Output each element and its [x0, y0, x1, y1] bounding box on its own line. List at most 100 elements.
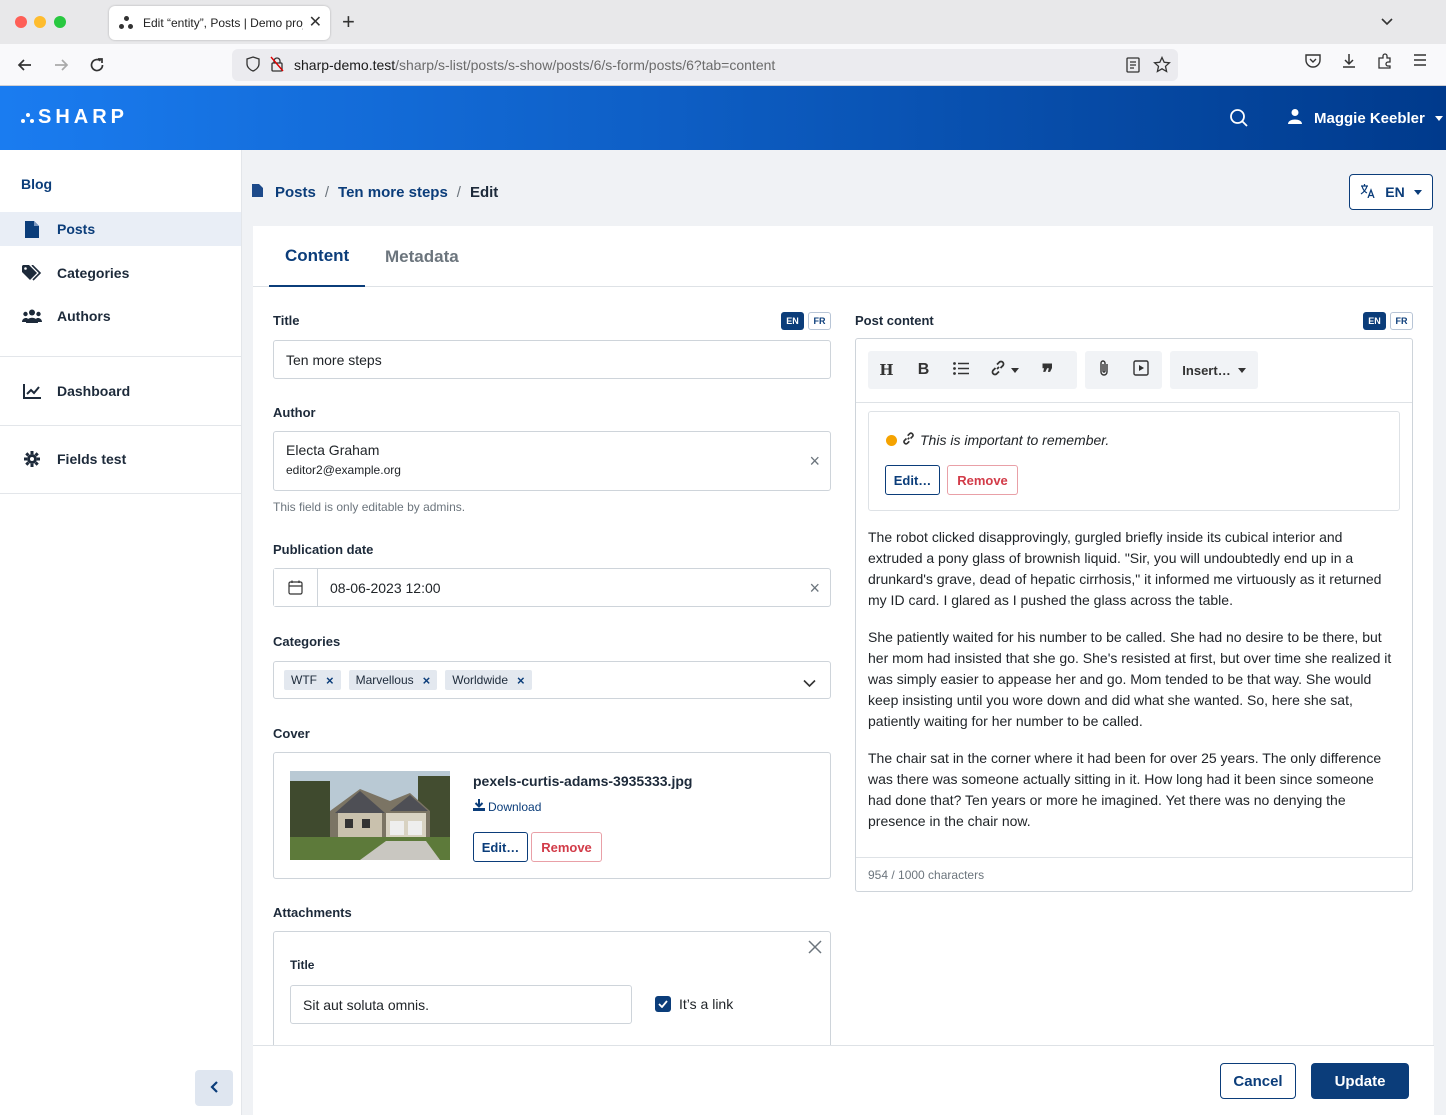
link-button[interactable] [979, 351, 1029, 389]
url-bar[interactable]: sharp-demo.test/sharp/s-list/posts/s-sho… [232, 49, 1178, 81]
heading-button[interactable]: H [868, 351, 905, 389]
clear-icon[interactable]: × [809, 579, 820, 597]
embed-edit-button[interactable]: Edit… [885, 465, 940, 495]
cover-remove-button[interactable]: Remove [531, 832, 602, 862]
link-icon [990, 360, 1006, 380]
checkbox-checked-icon[interactable] [655, 996, 671, 1012]
update-button[interactable]: Update [1311, 1063, 1409, 1099]
file-icon [252, 184, 263, 201]
chart-line-icon [22, 382, 42, 400]
remove-tag-icon[interactable]: × [423, 673, 431, 688]
title-input[interactable]: Ten more steps [273, 340, 831, 379]
browser-navbar: sharp-demo.test/sharp/s-list/posts/s-sho… [0, 44, 1446, 86]
embed-remove-button[interactable]: Remove [947, 465, 1018, 495]
reload-icon[interactable] [87, 55, 107, 75]
paperclip-icon [1098, 359, 1110, 381]
search-icon[interactable] [1229, 108, 1249, 131]
title-locale-switch: EN FR [781, 312, 831, 330]
sidebar-divider [0, 493, 241, 494]
locale-en-button[interactable]: EN [1363, 312, 1386, 330]
breadcrumb-link-post[interactable]: Ten more steps [338, 184, 448, 201]
remove-tag-icon[interactable]: × [517, 673, 525, 688]
author-select[interactable]: Electa Graham editor2@example.org × [273, 431, 831, 491]
caret-down-icon [1237, 367, 1246, 373]
sidebar-item-dashboard[interactable]: Dashboard [0, 374, 241, 408]
forward-arrow-icon[interactable] [51, 55, 71, 75]
bold-icon: B [917, 361, 930, 378]
download-icon[interactable] [1340, 52, 1358, 73]
category-tag: Marvellous × [348, 670, 438, 690]
category-tag: WTF × [284, 670, 341, 690]
insecure-lock-icon[interactable] [270, 56, 284, 75]
content-locale-switch: EN FR [1363, 312, 1413, 330]
window-zoom-button[interactable] [54, 16, 66, 28]
bullet-list-button[interactable] [942, 351, 979, 389]
toolbar-group-media [1085, 351, 1162, 389]
bold-button[interactable]: B [905, 351, 942, 389]
user-icon [1288, 108, 1302, 128]
sharp-favicon-icon [117, 14, 135, 32]
tab-content[interactable]: Content [269, 226, 366, 287]
window-minimize-button[interactable] [34, 16, 46, 28]
tab-metadata[interactable]: Metadata [369, 226, 475, 287]
sharp-logo[interactable]: SHARP [20, 106, 128, 129]
author-label: Author [273, 405, 316, 420]
sidebar-item-label: Authors [57, 308, 111, 324]
sidebar-item-categories[interactable]: Categories [0, 256, 241, 290]
hamburger-menu-icon[interactable] [1412, 52, 1428, 71]
shield-icon[interactable] [246, 55, 260, 75]
author-name: Electa Graham [286, 442, 380, 458]
quote-button[interactable]: ❞ [1029, 351, 1066, 389]
user-menu[interactable]: Maggie Keebler [1288, 108, 1443, 128]
embed-video-button[interactable] [1122, 351, 1159, 389]
download-icon [473, 799, 485, 814]
link-checkbox[interactable]: It’s a link [655, 996, 733, 1012]
breadcrumb-current: Edit [469, 184, 499, 201]
chevron-down-icon[interactable] [1380, 14, 1394, 31]
breadcrumb: Posts / Ten more steps / Edit [252, 184, 498, 201]
locale-fr-button[interactable]: FR [808, 312, 831, 330]
sidebar-item-posts[interactable]: Posts [0, 212, 241, 246]
sidebar-item-fields-test[interactable]: Fields test [0, 442, 241, 476]
chevron-down-icon[interactable] [803, 675, 816, 691]
embed-content: This is important to remember. [886, 430, 1109, 451]
locale-en-button[interactable]: EN [781, 312, 804, 330]
pocket-icon[interactable] [1304, 52, 1322, 73]
back-arrow-icon[interactable] [15, 55, 35, 75]
author-help-text: This field is only editable by admins. [273, 500, 466, 514]
remove-tag-icon[interactable]: × [326, 673, 334, 688]
close-tab-icon[interactable]: ✕ [309, 15, 322, 31]
embed-block: This is important to remember. Edit… Rem… [868, 411, 1400, 511]
locale-fr-button[interactable]: FR [1390, 312, 1413, 330]
logo-dots-icon [20, 111, 34, 125]
cover-edit-button[interactable]: Edit… [473, 832, 528, 862]
locale-dropdown[interactable]: EN [1349, 174, 1433, 210]
sidebar-divider [0, 425, 241, 426]
sidebar-heading: Blog [21, 176, 53, 192]
insert-dropdown[interactable]: Insert… [1170, 351, 1258, 389]
extensions-icon[interactable] [1376, 52, 1394, 73]
cover-download-link[interactable]: Download [473, 799, 541, 814]
reader-view-icon[interactable] [1125, 57, 1141, 76]
new-tab-button[interactable]: + [342, 10, 355, 34]
pubdate-input[interactable]: 08-06-2023 12:00 × [273, 568, 831, 607]
breadcrumb-link-posts[interactable]: Posts [275, 184, 316, 201]
sidebar-item-authors[interactable]: Authors [0, 299, 241, 333]
attach-file-button[interactable] [1085, 351, 1122, 389]
video-icon [1132, 360, 1149, 380]
collapse-sidebar-button[interactable] [195, 1070, 233, 1106]
browser-tab[interactable]: Edit “entity”, Posts | Demo project ✕ [109, 6, 330, 40]
pubdate-label: Publication date [273, 542, 374, 557]
close-icon[interactable] [808, 940, 822, 957]
title-label: Title [273, 313, 300, 328]
attachment-title-input[interactable]: Sit aut soluta omnis. [290, 985, 632, 1024]
window-close-button[interactable] [15, 16, 27, 28]
editor-body[interactable]: This is important to remember. Edit… Rem… [868, 411, 1400, 848]
clear-icon[interactable]: × [809, 452, 820, 470]
categories-select[interactable]: WTF × Marvellous × Worldwide × [273, 661, 831, 699]
gear-icon [22, 450, 42, 468]
cancel-button[interactable]: Cancel [1220, 1063, 1296, 1099]
caret-down-icon [1434, 115, 1443, 121]
bookmark-star-icon[interactable] [1153, 55, 1171, 77]
calendar-icon[interactable] [274, 569, 318, 606]
